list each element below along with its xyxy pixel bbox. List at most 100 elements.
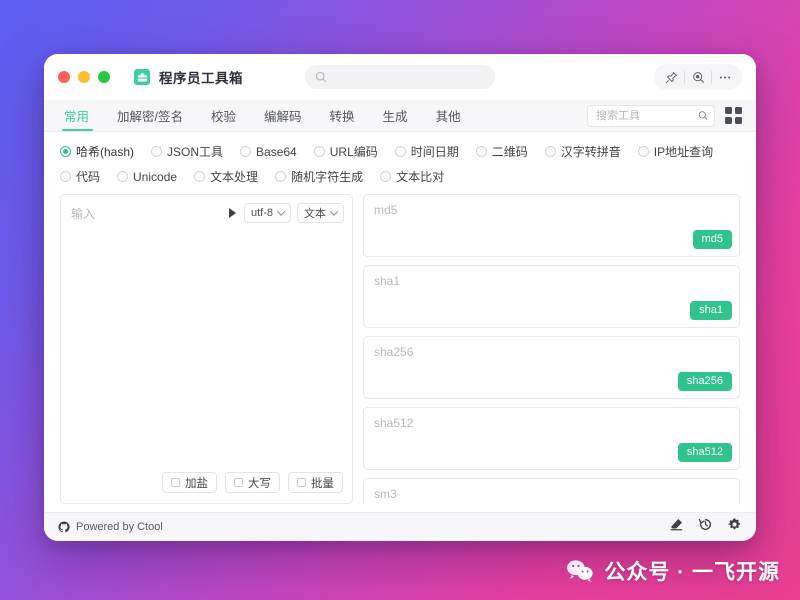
grid-view-icon[interactable] [725, 107, 742, 124]
search-icon [315, 71, 327, 83]
radio-text-process[interactable]: 文本处理 [194, 168, 258, 185]
work-area: 输入 utf-8 文本 加盐 大写 [44, 194, 756, 512]
maximize-button[interactable] [98, 71, 110, 83]
encoding-select[interactable]: utf-8 [244, 203, 291, 223]
radio-label: 随机字符生成 [291, 168, 363, 185]
titlebar-search-input[interactable] [305, 65, 495, 89]
close-button[interactable] [58, 71, 70, 83]
minimize-button[interactable] [78, 71, 90, 83]
powered-label: Powered by Ctool [76, 521, 163, 533]
radio-label: Base64 [256, 145, 297, 159]
radio-unicode[interactable]: Unicode [117, 170, 177, 184]
radio-mark [60, 146, 71, 157]
tab-bar-right [587, 100, 742, 131]
tab-label: 常用 [64, 106, 89, 125]
result-placeholder: sha1 [374, 274, 729, 288]
radio-label: 二维码 [492, 143, 528, 160]
play-icon[interactable] [229, 208, 236, 218]
chevron-down-icon [277, 207, 285, 215]
radio-url-encode[interactable]: URL编码 [314, 143, 378, 160]
type-select[interactable]: 文本 [297, 203, 344, 223]
radio-label: 文本比对 [396, 168, 444, 185]
powered-by[interactable]: Powered by Ctool [58, 521, 163, 533]
tab-zhuanhuan[interactable]: 转换 [316, 100, 369, 131]
watermark-text: 公众号 · 一飞开源 [604, 556, 780, 586]
tool-search-box[interactable] [587, 105, 715, 127]
pin-icon[interactable] [658, 65, 684, 89]
result-placeholder: sha512 [374, 416, 729, 430]
radio-mark [395, 146, 406, 157]
radio-text-diff[interactable]: 文本比对 [380, 168, 444, 185]
option-salt[interactable]: 加盐 [162, 472, 217, 493]
tab-shengcheng[interactable]: 生成 [369, 100, 422, 131]
grid-cell [725, 107, 732, 114]
result-badge[interactable]: sha512 [678, 443, 732, 462]
radio-random-string[interactable]: 随机字符生成 [275, 168, 363, 185]
radio-hash[interactable]: 哈希(hash) [60, 143, 134, 160]
tab-changyong[interactable]: 常用 [58, 100, 103, 131]
option-uppercase[interactable]: 大写 [225, 472, 280, 493]
radio-label: 哈希(hash) [76, 143, 134, 160]
option-batch[interactable]: 批量 [288, 472, 343, 493]
radio-label: 时间日期 [411, 143, 459, 160]
radio-label: JSON工具 [167, 143, 223, 160]
more-icon[interactable] [712, 65, 738, 89]
input-toolbar: 输入 utf-8 文本 [61, 195, 352, 223]
eraser-icon[interactable] [669, 517, 684, 537]
input-textarea[interactable] [61, 223, 352, 472]
radio-label: URL编码 [330, 143, 378, 160]
radio-mark [638, 146, 649, 157]
result-card-sha256[interactable]: sha256 sha256 [363, 336, 740, 399]
tab-qita[interactable]: 其他 [422, 100, 475, 131]
radio-base64[interactable]: Base64 [240, 145, 297, 159]
tab-jiajiemi-qianming[interactable]: 加解密/签名 [103, 100, 197, 131]
radio-json-tool[interactable]: JSON工具 [151, 143, 223, 160]
zoom-search-icon[interactable] [685, 65, 711, 89]
radio-qrcode[interactable]: 二维码 [476, 143, 528, 160]
tab-label: 校验 [211, 106, 236, 125]
github-icon [58, 521, 70, 533]
titlebar-actions [654, 64, 742, 90]
radio-mark [545, 146, 556, 157]
radio-mark [275, 171, 286, 182]
result-card-md5[interactable]: md5 md5 [363, 194, 740, 257]
input-options: 加盐 大写 批量 [61, 472, 352, 503]
radio-datetime[interactable]: 时间日期 [395, 143, 459, 160]
tab-bar: 常用 加解密/签名 校验 编解码 转换 生成 其他 [44, 100, 756, 132]
search-input[interactable] [596, 110, 698, 122]
app-title: 程序员工具箱 [159, 67, 243, 87]
gear-icon[interactable] [727, 517, 742, 537]
status-bar: Powered by Ctool [44, 512, 756, 541]
result-card-sm3[interactable]: sm3 sm3 [363, 478, 740, 504]
radio-mark [314, 146, 325, 157]
result-badge[interactable]: md5 [693, 230, 732, 249]
result-badge[interactable]: sha256 [678, 372, 732, 391]
grid-cell [735, 117, 742, 124]
tab-bianjiema[interactable]: 编解码 [250, 100, 316, 131]
option-label: 大写 [248, 475, 271, 491]
radio-label: 文本处理 [210, 168, 258, 185]
result-card-sha512[interactable]: sha512 sha512 [363, 407, 740, 470]
option-label: 加盐 [185, 475, 208, 491]
tool-category-row-2: 代码 Unicode 文本处理 随机字符生成 文本比对 [60, 168, 740, 185]
option-label: 批量 [311, 475, 334, 491]
tab-label: 其他 [436, 106, 461, 125]
radio-mark [117, 171, 128, 182]
result-badge[interactable]: sha1 [690, 301, 732, 320]
input-panel[interactable]: 输入 utf-8 文本 加盐 大写 [60, 194, 353, 504]
radio-mark [194, 171, 205, 182]
tab-label: 编解码 [264, 106, 302, 125]
radio-code[interactable]: 代码 [60, 168, 100, 185]
result-card-sha1[interactable]: sha1 sha1 [363, 265, 740, 328]
history-icon[interactable] [698, 517, 713, 537]
search-icon [698, 110, 708, 121]
tab-jiaoyan[interactable]: 校验 [197, 100, 250, 131]
radio-mark [476, 146, 487, 157]
radio-ip-lookup[interactable]: IP地址查询 [638, 143, 713, 160]
checkbox [297, 478, 306, 487]
grid-cell [725, 117, 732, 124]
grid-cell [735, 107, 742, 114]
traffic-lights [58, 71, 110, 83]
radio-pinyin[interactable]: 汉字转拼音 [545, 143, 621, 160]
result-placeholder: md5 [374, 203, 729, 217]
